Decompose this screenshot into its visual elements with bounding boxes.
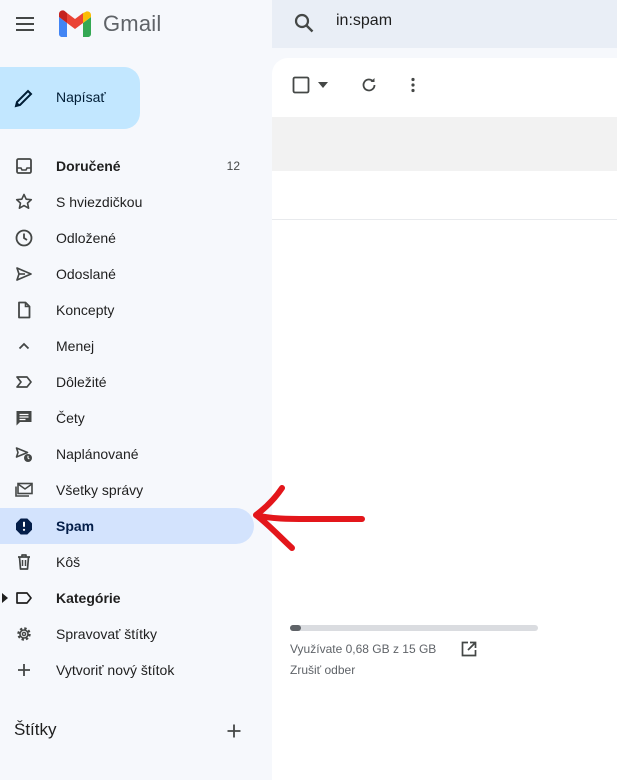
sidebar-item-spam[interactable]: Spam [0, 508, 254, 544]
refresh-button[interactable] [359, 75, 379, 95]
more-vert-icon [411, 77, 415, 93]
more-options-button[interactable] [403, 75, 423, 95]
sidebar-nav: Doručené 12 S hviezdičkou Odložené Odosl… [0, 148, 254, 688]
external-link-icon [461, 641, 477, 657]
chevron-up-icon [14, 336, 34, 356]
chat-icon [14, 408, 34, 428]
sidebar-item-sent[interactable]: Odoslané [0, 256, 254, 292]
sidebar-item-label: Naplánované [56, 446, 139, 462]
send-icon [14, 264, 34, 284]
gmail-logo[interactable]: Gmail [57, 10, 161, 38]
label-icon [14, 588, 34, 608]
add-label-button[interactable] [224, 721, 244, 741]
select-dropdown-button[interactable] [318, 82, 328, 88]
gmail-m-icon [59, 10, 91, 37]
sidebar-item-label: Dôležité [56, 374, 107, 390]
sidebar-item-less[interactable]: Menej [0, 328, 254, 364]
list-divider [272, 219, 617, 220]
draft-icon [14, 300, 34, 320]
sidebar-item-manage-labels[interactable]: Spravovať štítky [0, 616, 254, 652]
plus-icon [14, 660, 34, 680]
all-mail-icon [14, 480, 34, 500]
search-input[interactable] [336, 12, 596, 30]
sidebar-item-label: Vytvoriť nový štítok [56, 662, 175, 678]
compose-label: Napísať [56, 89, 106, 105]
sidebar-item-all-mail[interactable]: Všetky správy [0, 472, 254, 508]
pencil-icon [12, 86, 36, 110]
storage-usage-text: Využívate 0,68 GB z 15 GB [290, 642, 437, 656]
gear-icon [14, 624, 34, 644]
caret-right-icon[interactable] [2, 593, 8, 603]
spam-notice-bar [272, 117, 617, 171]
sidebar-item-drafts[interactable]: Koncepty [0, 292, 254, 328]
sidebar-item-inbox[interactable]: Doručené 12 [0, 148, 254, 184]
important-icon [14, 372, 34, 392]
sidebar-item-label: Odoslané [56, 266, 116, 282]
sidebar-item-label: Čety [56, 410, 85, 426]
sidebar-item-label: Spam [56, 518, 95, 534]
sidebar-item-label: Spravovať štítky [56, 626, 157, 642]
scheduled-icon [14, 444, 34, 464]
storage-bar-fill [290, 625, 302, 631]
storage-info: Využívate 0,68 GB z 15 GB Zrušiť odber [290, 625, 538, 677]
sidebar-item-important[interactable]: Dôležité [0, 364, 254, 400]
sidebar-item-scheduled[interactable]: Naplánované [0, 436, 254, 472]
unread-count: 12 [226, 159, 240, 173]
caret-down-icon [318, 82, 328, 88]
select-all-checkbox[interactable] [292, 76, 310, 94]
sidebar-item-label: Doručené [56, 158, 121, 174]
sidebar-item-label: Kategórie [56, 590, 121, 606]
checkbox-icon [292, 76, 310, 94]
sidebar-item-snoozed[interactable]: Odložené [0, 220, 254, 256]
labels-section-title: Štítky [14, 720, 57, 739]
unsubscribe-link[interactable]: Zrušiť odber [290, 663, 355, 677]
open-storage-link[interactable] [460, 640, 478, 658]
star-icon [14, 192, 34, 212]
sidebar-item-chats[interactable]: Čety [0, 400, 254, 436]
inbox-icon [14, 156, 34, 176]
sidebar-item-categories[interactable]: Kategórie [0, 580, 254, 616]
main-menu-button[interactable] [13, 12, 37, 36]
hamburger-menu-icon [16, 17, 34, 31]
sidebar-item-label: Kôš [56, 554, 81, 570]
clock-icon [14, 228, 34, 248]
sidebar-item-label: S hviezdičkou [56, 194, 143, 210]
search-bar[interactable] [272, 0, 617, 48]
trash-icon [14, 552, 34, 572]
storage-bar [290, 625, 538, 631]
compose-button[interactable]: Napísať [0, 67, 140, 129]
sidebar-item-starred[interactable]: S hviezdičkou [0, 184, 254, 220]
plus-icon [227, 724, 241, 738]
spam-icon [14, 516, 34, 536]
sidebar-item-label: Odložené [56, 230, 116, 246]
sidebar-item-label: Menej [56, 338, 95, 354]
refresh-icon [362, 78, 376, 92]
sidebar-item-trash[interactable]: Kôš [0, 544, 254, 580]
main-content: Využívate 0,68 GB z 15 GB Zrušiť odber [272, 58, 617, 780]
sidebar-item-label: Všetky správy [56, 482, 144, 498]
sidebar-item-label: Koncepty [56, 302, 115, 318]
search-icon[interactable] [292, 11, 316, 35]
gmail-wordmark: Gmail [103, 11, 162, 36]
sidebar-item-create-label[interactable]: Vytvoriť nový štítok [0, 652, 254, 688]
mail-toolbar [272, 58, 617, 112]
